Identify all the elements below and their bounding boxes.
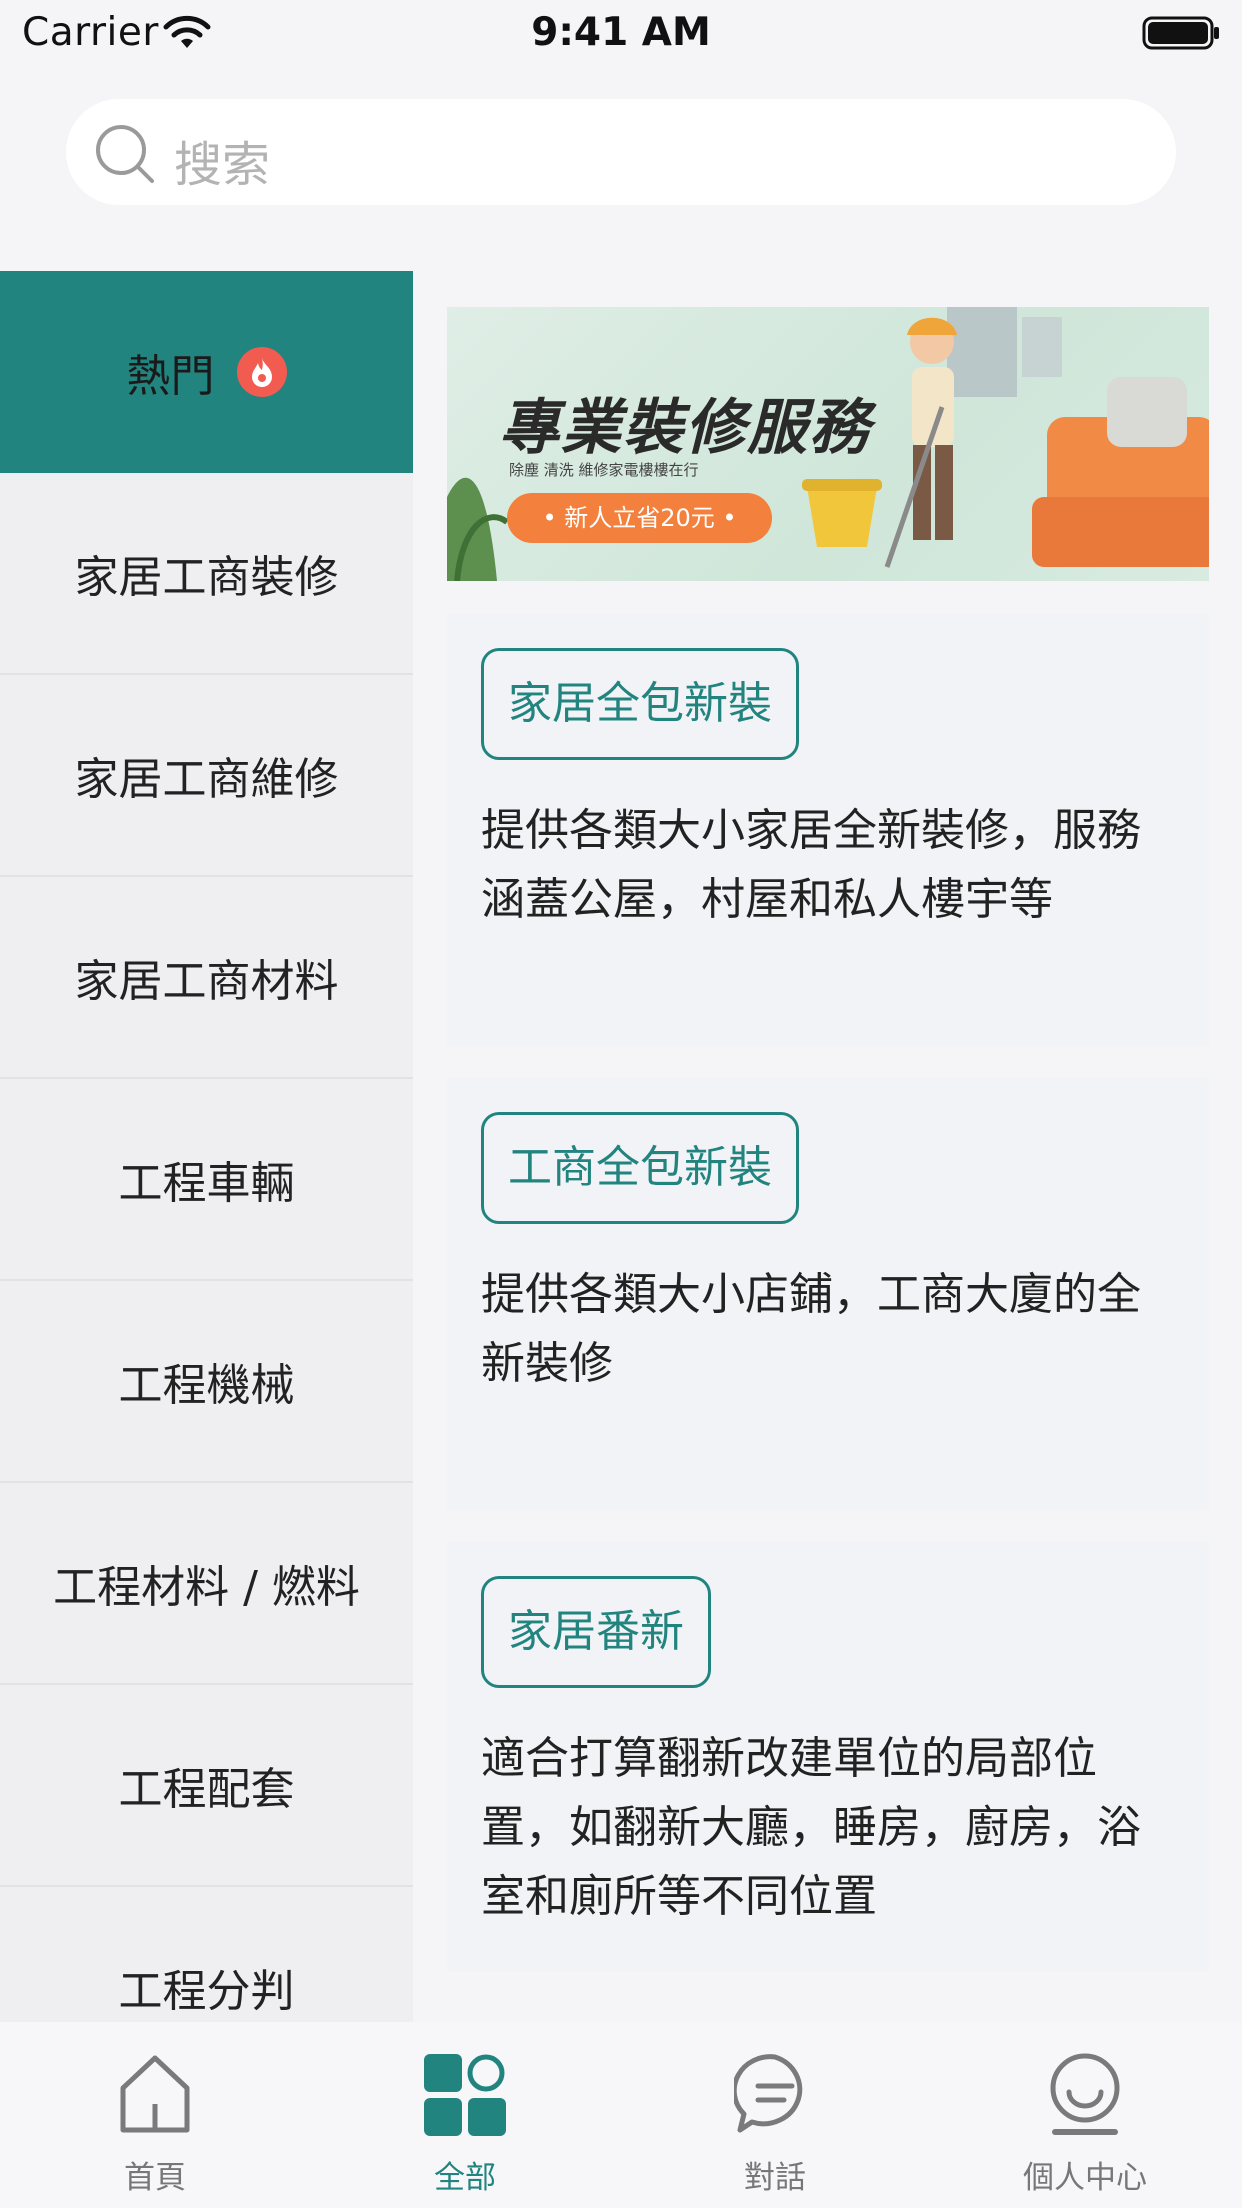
sidebar-item-label: 家居工商維修: [74, 754, 339, 805]
tab-label: 全部: [434, 2160, 496, 2196]
tab-home[interactable]: 首頁: [0, 2022, 310, 2208]
hot-flame-icon: [236, 347, 287, 397]
search-placeholder: 搜索: [174, 137, 271, 193]
sidebar-item-label: 家居工商材料: [74, 956, 339, 1007]
banner-promo-pill: • 新人立省20元 •: [507, 493, 772, 543]
service-tag: 家居全包新裝: [481, 648, 799, 760]
tab-label: 個人中心: [1023, 2160, 1147, 2196]
service-card[interactable]: 家居番新 適合打算翻新改建單位的局部位置，如翻新大廳，睡房，廚房，浴室和廁所等不…: [447, 1542, 1209, 1972]
service-description: 提供各類大小店鋪，工商大廈的全新裝修: [481, 1269, 1141, 1389]
service-description: 適合打算翻新改建單位的局部位置，如翻新大廳，睡房，廚房，浴室和廁所等不同位置: [481, 1733, 1141, 1922]
grid-icon: [424, 2054, 506, 2136]
bottom-tab-bar: 首頁 全部 對話 個人中心: [0, 2022, 1242, 2208]
tab-profile[interactable]: 個人中心: [930, 2022, 1240, 2208]
sidebar-item-label: 工程材料 / 燃料: [53, 1562, 360, 1613]
status-time: 9:41 AM: [531, 10, 711, 55]
sidebar-item-home-commercial-materials[interactable]: 家居工商材料: [0, 877, 413, 1079]
sidebar-item-label: 熱門: [126, 351, 215, 402]
tab-label: 對話: [744, 2160, 806, 2196]
service-description: 提供各類大小家居全新裝修，服務涵蓋公屋，村屋和私人樓宇等: [481, 805, 1141, 925]
promo-banner[interactable]: 專業裝修服務 除塵 清洗 維修家電樓樓在行 • 新人立省20元 •: [447, 307, 1209, 581]
service-tag: 家居番新: [481, 1576, 711, 1688]
sidebar-item-label: 家居工商裝修: [74, 552, 339, 603]
sidebar-item-home-commercial-renovation[interactable]: 家居工商裝修: [0, 473, 413, 675]
sidebar-item-hot[interactable]: 熱門: [0, 271, 413, 473]
service-card[interactable]: 工商全包新裝 提供各類大小店鋪，工商大廈的全新裝修: [447, 1078, 1209, 1510]
search-icon: [94, 123, 156, 189]
sidebar-item-engineering-support[interactable]: 工程配套: [0, 1685, 413, 1887]
chat-icon: [734, 2054, 803, 2133]
status-bar: Carrier 9:41 AM: [0, 0, 1242, 68]
sidebar-item-label: 工程配套: [118, 1764, 295, 1815]
banner-title: 專業裝修服務: [499, 393, 871, 463]
banner-subtitle: 除塵 清洗 維修家電樓樓在行: [509, 461, 699, 479]
service-tag: 工商全包新裝: [481, 1112, 799, 1224]
sidebar-item-engineering-subcontract[interactable]: 工程分判: [0, 1887, 413, 2022]
service-card[interactable]: 家居全包新裝 提供各類大小家居全新裝修，服務涵蓋公屋，村屋和私人樓宇等: [447, 614, 1209, 1046]
sidebar-item-home-commercial-repair[interactable]: 家居工商維修: [0, 675, 413, 877]
sidebar-item-label: 工程機械: [118, 1360, 295, 1411]
sidebar-item-engineering-materials-fuel[interactable]: 工程材料 / 燃料: [0, 1483, 413, 1685]
sidebar-item-engineering-vehicles[interactable]: 工程車輛: [0, 1079, 413, 1281]
sidebar-item-label: 工程車輛: [118, 1158, 295, 1209]
tab-all[interactable]: 全部: [310, 2022, 620, 2208]
search-input[interactable]: 搜索: [66, 99, 1176, 205]
battery-icon: [1142, 14, 1222, 56]
home-icon: [120, 2055, 190, 2133]
profile-icon: [1050, 2053, 1120, 2135]
tab-chat[interactable]: 對話: [620, 2022, 930, 2208]
tab-label: 首頁: [124, 2160, 186, 2196]
sidebar-item-engineering-machinery[interactable]: 工程機械: [0, 1281, 413, 1483]
sidebar-item-label: 工程分判: [118, 1966, 295, 2017]
category-sidebar[interactable]: 熱門 家居工商裝修 家居工商維修 家居工商材料 工程車輛 工程機械 工程材料 /…: [0, 271, 413, 2022]
